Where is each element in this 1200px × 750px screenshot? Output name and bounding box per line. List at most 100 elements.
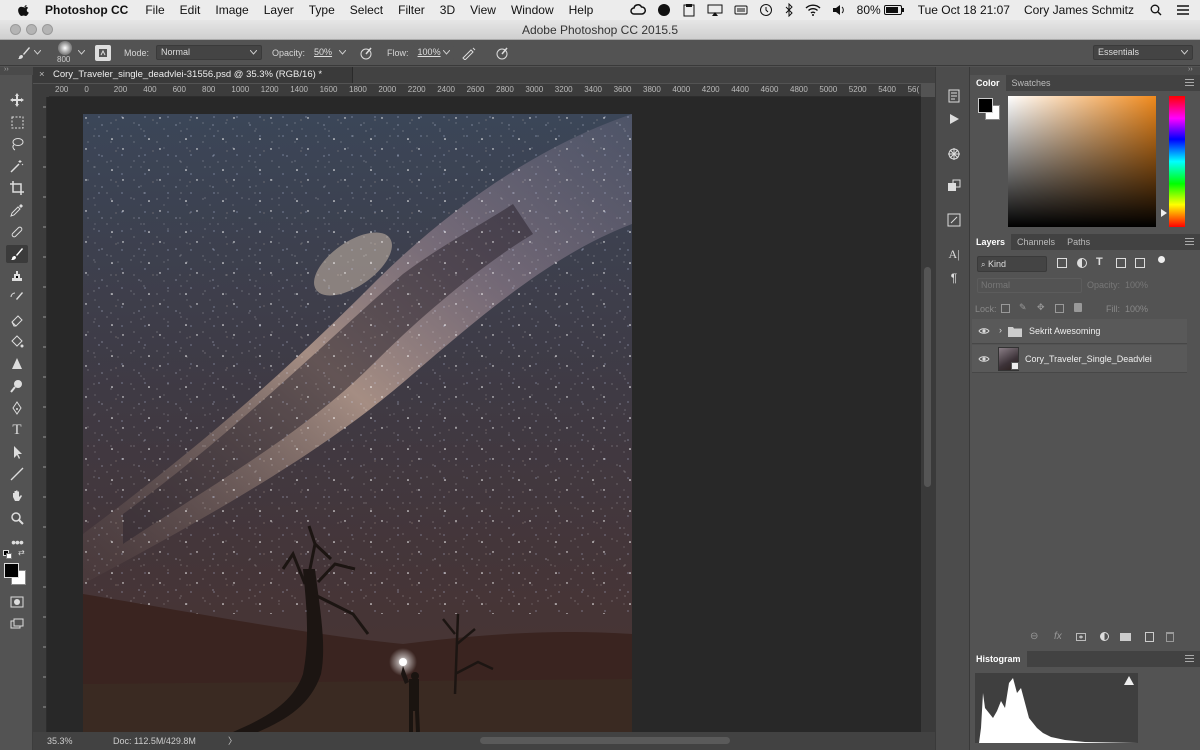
pressure-size-icon[interactable] — [495, 46, 509, 60]
color-spectrum-field[interactable] — [1008, 96, 1156, 227]
close-window-button[interactable] — [10, 24, 21, 35]
minimize-window-button[interactable] — [26, 24, 37, 35]
zoom-tool-icon[interactable] — [6, 509, 28, 527]
new-group-icon[interactable] — [1120, 633, 1131, 641]
group-expand-chevron-icon[interactable]: › — [999, 325, 1002, 335]
pressure-opacity-icon[interactable] — [359, 46, 373, 60]
notification-center-icon[interactable] — [1176, 4, 1190, 16]
eraser-tool-icon[interactable] — [6, 311, 28, 329]
ruler-origin[interactable] — [33, 84, 49, 97]
airplay-icon[interactable] — [707, 4, 723, 16]
healing-brush-tool-icon[interactable] — [6, 223, 28, 241]
mode-select[interactable]: Normal — [156, 45, 263, 60]
menu-type[interactable]: Type — [309, 3, 335, 17]
clock[interactable]: Tue Oct 18 21:07 — [918, 3, 1010, 17]
menu-help[interactable]: Help — [569, 3, 594, 17]
line-tool-icon[interactable] — [6, 465, 28, 483]
lock-artboard-icon[interactable] — [1055, 304, 1064, 313]
visibility-eye-icon[interactable] — [978, 354, 990, 364]
lasso-tool-icon[interactable] — [6, 135, 28, 153]
shape-filter-icon[interactable] — [1116, 258, 1126, 268]
canvas-vertical-scrollbar[interactable] — [921, 97, 935, 732]
menu-view[interactable]: View — [470, 3, 496, 17]
brush-size-preview[interactable]: 800 — [51, 40, 87, 66]
menu-file[interactable]: File — [145, 3, 164, 17]
scroll-thumb[interactable] — [924, 267, 931, 487]
layer-row-group[interactable]: › Sekrit Awesoming — [972, 319, 1187, 344]
collapse-right-panels-icon[interactable]: ›› — [1188, 66, 1193, 73]
document-tab[interactable]: × Cory_Traveler_single_deadvlei-31556.ps… — [33, 67, 353, 83]
menu-image[interactable]: Image — [215, 3, 248, 17]
menu-select[interactable]: Select — [350, 3, 383, 17]
hue-slider-handle[interactable] — [1161, 209, 1167, 217]
user-name[interactable]: Cory James Schmitz — [1024, 3, 1134, 17]
time-machine-icon[interactable] — [759, 3, 773, 17]
screen-mode-icon[interactable] — [6, 615, 28, 633]
link-layers-icon[interactable]: ⊖ — [1030, 631, 1038, 642]
crop-tool-icon[interactable] — [6, 179, 28, 197]
bluetooth-icon[interactable] — [784, 3, 794, 17]
vertical-ruler[interactable] — [33, 97, 47, 732]
sharpen-tool-icon[interactable] — [6, 355, 28, 373]
lock-transparent-icon[interactable] — [1001, 304, 1010, 313]
actions-panel-icon[interactable] — [944, 110, 964, 128]
keyboard-icon[interactable] — [734, 4, 748, 16]
battery-percent[interactable]: 80% — [857, 3, 881, 17]
filter-kind-select[interactable]: ⌕ Kind — [977, 256, 1047, 272]
apple-menu-icon[interactable] — [17, 3, 31, 17]
paint-bucket-tool-icon[interactable] — [6, 333, 28, 351]
menu-edit[interactable]: Edit — [180, 3, 201, 17]
dodge-tool-icon[interactable] — [6, 377, 28, 395]
paragraph-panel-icon[interactable]: ¶ — [944, 269, 964, 287]
tab-swatches[interactable]: Swatches — [1006, 75, 1057, 91]
warning-icon[interactable] — [1124, 676, 1134, 685]
tab-paths[interactable]: Paths — [1061, 234, 1096, 250]
delete-layer-icon[interactable] — [1166, 632, 1174, 642]
tab-channels[interactable]: Channels — [1011, 234, 1061, 250]
workspace-switcher[interactable]: Essentials — [1093, 45, 1193, 60]
menu-layer[interactable]: Layer — [264, 3, 294, 17]
default-colors-icon[interactable] — [3, 550, 13, 560]
brush-tool-icon[interactable] — [6, 245, 28, 263]
horizontal-ruler[interactable]: 200 0 200 400 600 800 1000 1200 1400 1600 1800 2000… — [49, 84, 921, 97]
new-adjustment-layer-icon[interactable] — [1100, 632, 1109, 641]
brush-presets-panel-icon[interactable] — [944, 211, 964, 229]
milky-way-photo[interactable] — [83, 114, 632, 732]
panel-menu-icon[interactable] — [1185, 238, 1194, 245]
panel-menu-icon[interactable] — [1185, 79, 1194, 86]
type-filter-icon[interactable]: T — [1096, 256, 1103, 268]
tab-color[interactable]: Color — [970, 75, 1006, 91]
airbrush-icon[interactable] — [461, 46, 477, 60]
swap-colors-icon[interactable]: ⇄ — [18, 548, 25, 557]
clipboard-icon[interactable] — [682, 3, 696, 17]
spotlight-search-icon[interactable] — [1150, 4, 1162, 16]
libraries-panel-icon[interactable] — [944, 177, 964, 195]
pixel-filter-icon[interactable] — [1057, 258, 1067, 268]
tab-histogram[interactable]: Histogram — [970, 651, 1027, 667]
flow-field[interactable]: 100% — [412, 45, 455, 60]
layer-style-fx-icon[interactable]: fx — [1054, 631, 1062, 642]
zoom-window-button[interactable] — [42, 24, 53, 35]
magic-wand-tool-icon[interactable] — [6, 157, 28, 175]
notification-icon[interactable] — [657, 3, 671, 17]
pen-tool-icon[interactable] — [6, 399, 28, 417]
filter-toggle-icon[interactable] — [1158, 256, 1165, 263]
new-layer-icon[interactable] — [1145, 632, 1154, 642]
menu-app-name[interactable]: Photoshop CC — [45, 3, 128, 17]
lock-all-icon[interactable] — [1074, 303, 1082, 312]
menu-3d[interactable]: 3D — [440, 3, 455, 17]
history-panel-icon[interactable] — [944, 87, 964, 105]
move-tool-icon[interactable] — [6, 91, 28, 109]
close-document-icon[interactable]: × — [39, 67, 45, 83]
adjustment-filter-icon[interactable] — [1077, 258, 1087, 268]
path-selection-tool-icon[interactable] — [6, 443, 28, 461]
quick-mask-icon[interactable] — [6, 593, 28, 611]
wifi-icon[interactable] — [805, 4, 821, 16]
visibility-eye-icon[interactable] — [978, 326, 990, 336]
expand-toolbar-icon[interactable]: ›› — [4, 66, 9, 73]
type-tool-icon[interactable]: T — [6, 421, 28, 439]
opacity-field[interactable]: 50% — [309, 45, 352, 60]
hand-tool-icon[interactable] — [6, 487, 28, 505]
lock-position-icon[interactable]: ✥ — [1037, 302, 1045, 313]
layer-opacity-value[interactable]: 100% — [1125, 280, 1148, 290]
